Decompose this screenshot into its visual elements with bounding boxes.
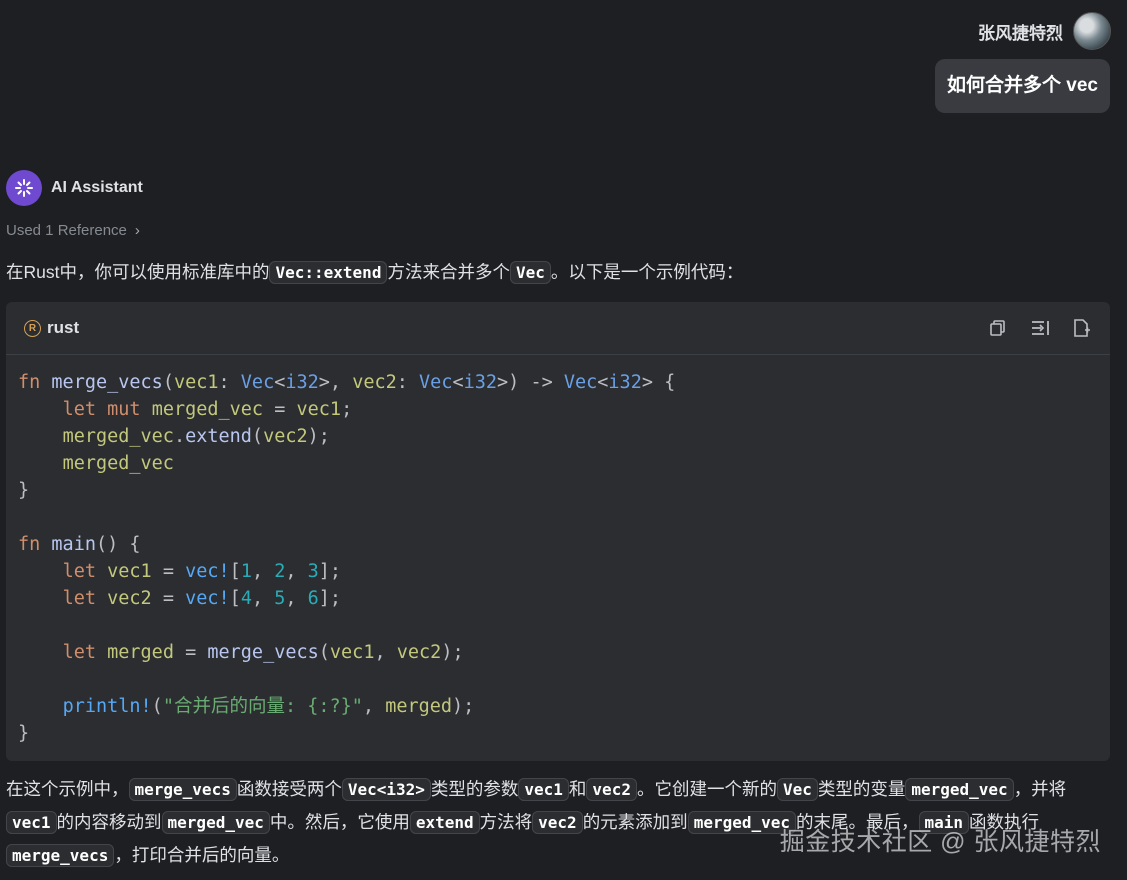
inline-code: vec2 bbox=[586, 778, 637, 801]
copy-icon[interactable] bbox=[988, 318, 1008, 338]
assistant-name: AI Assistant bbox=[51, 179, 143, 196]
user-message-text: 如何合并多个 vec bbox=[947, 75, 1098, 96]
inline-code: extend bbox=[409, 811, 480, 834]
explain-text: 中。然后，它使用 bbox=[269, 812, 410, 832]
user-avatar[interactable] bbox=[1073, 12, 1111, 50]
explain-text: 函数接受两个 bbox=[236, 779, 342, 799]
inline-code: merge_vecs bbox=[128, 778, 237, 801]
code-language: R rust bbox=[24, 318, 79, 338]
code-header: R rust bbox=[6, 302, 1110, 355]
inline-code: Vec bbox=[509, 261, 551, 284]
inline-code: merged_vec bbox=[161, 811, 270, 834]
explain-text: 的元素添加到 bbox=[582, 812, 688, 832]
code-content[interactable]: fn merge_vecs(vec1: Vec<i32>, vec2: Vec<… bbox=[6, 355, 1110, 761]
explain-text: 和 bbox=[568, 779, 587, 799]
intro-text: 在Rust中，你可以使用标准库中的 bbox=[6, 262, 270, 282]
watermark: 掘金技术社区 @ 张风捷特烈 bbox=[779, 828, 1101, 856]
explain-text: 在这个示例中， bbox=[6, 779, 129, 799]
new-file-icon[interactable] bbox=[1072, 318, 1092, 338]
reference-label: Used 1 Reference bbox=[6, 222, 127, 239]
user-header: 张风捷特烈 bbox=[978, 12, 1111, 50]
intro-paragraph: 在Rust中，你可以使用标准库中的 Vec::extend 方法来合并多个 Vec 。以… bbox=[6, 256, 743, 289]
code-block: R rust fn merge_vecs(vec1: Vec<i32>, vec… bbox=[6, 302, 1110, 761]
language-label: rust bbox=[47, 318, 80, 337]
inline-code: merged_vec bbox=[905, 778, 1014, 801]
insert-icon[interactable] bbox=[1030, 318, 1050, 338]
sparkle-icon bbox=[15, 179, 33, 197]
intro-text: 方法来合并多个 bbox=[387, 262, 510, 282]
explain-text: 方法将 bbox=[479, 812, 533, 832]
inline-code: Vec::extend bbox=[269, 261, 388, 284]
intro-text: 。以下是一个示例代码： bbox=[550, 262, 744, 282]
ai-assistant-avatar-icon bbox=[6, 170, 42, 206]
explain-text: 类型的参数 bbox=[430, 779, 519, 799]
rust-icon: R bbox=[24, 319, 41, 337]
explain-text: 类型的变量 bbox=[817, 779, 906, 799]
inline-code: merge_vecs bbox=[6, 844, 115, 867]
explain-text: 的内容移动到 bbox=[56, 812, 162, 832]
inline-code: vec1 bbox=[518, 778, 569, 801]
inline-code: vec2 bbox=[532, 811, 583, 834]
chevron-right-icon: › bbox=[134, 222, 140, 239]
inline-code: Vec bbox=[776, 778, 818, 801]
code-actions bbox=[988, 318, 1092, 338]
explain-text: ，打印合并后的向量。 bbox=[114, 845, 290, 865]
explain-text: ，并将 bbox=[1013, 779, 1067, 799]
references-toggle[interactable]: Used 1 Reference › bbox=[6, 222, 140, 239]
inline-code: Vec<i32> bbox=[341, 778, 431, 801]
code-lines: fn merge_vecs(vec1: Vec<i32>, vec2: Vec<… bbox=[18, 372, 676, 744]
user-message-bubble: 如何合并多个 vec bbox=[935, 59, 1110, 113]
inline-code: vec1 bbox=[6, 811, 57, 834]
assistant-header: AI Assistant bbox=[6, 170, 143, 206]
explain-text: 。它创建一个新的 bbox=[636, 779, 777, 799]
user-name: 张风捷特烈 bbox=[978, 23, 1063, 43]
